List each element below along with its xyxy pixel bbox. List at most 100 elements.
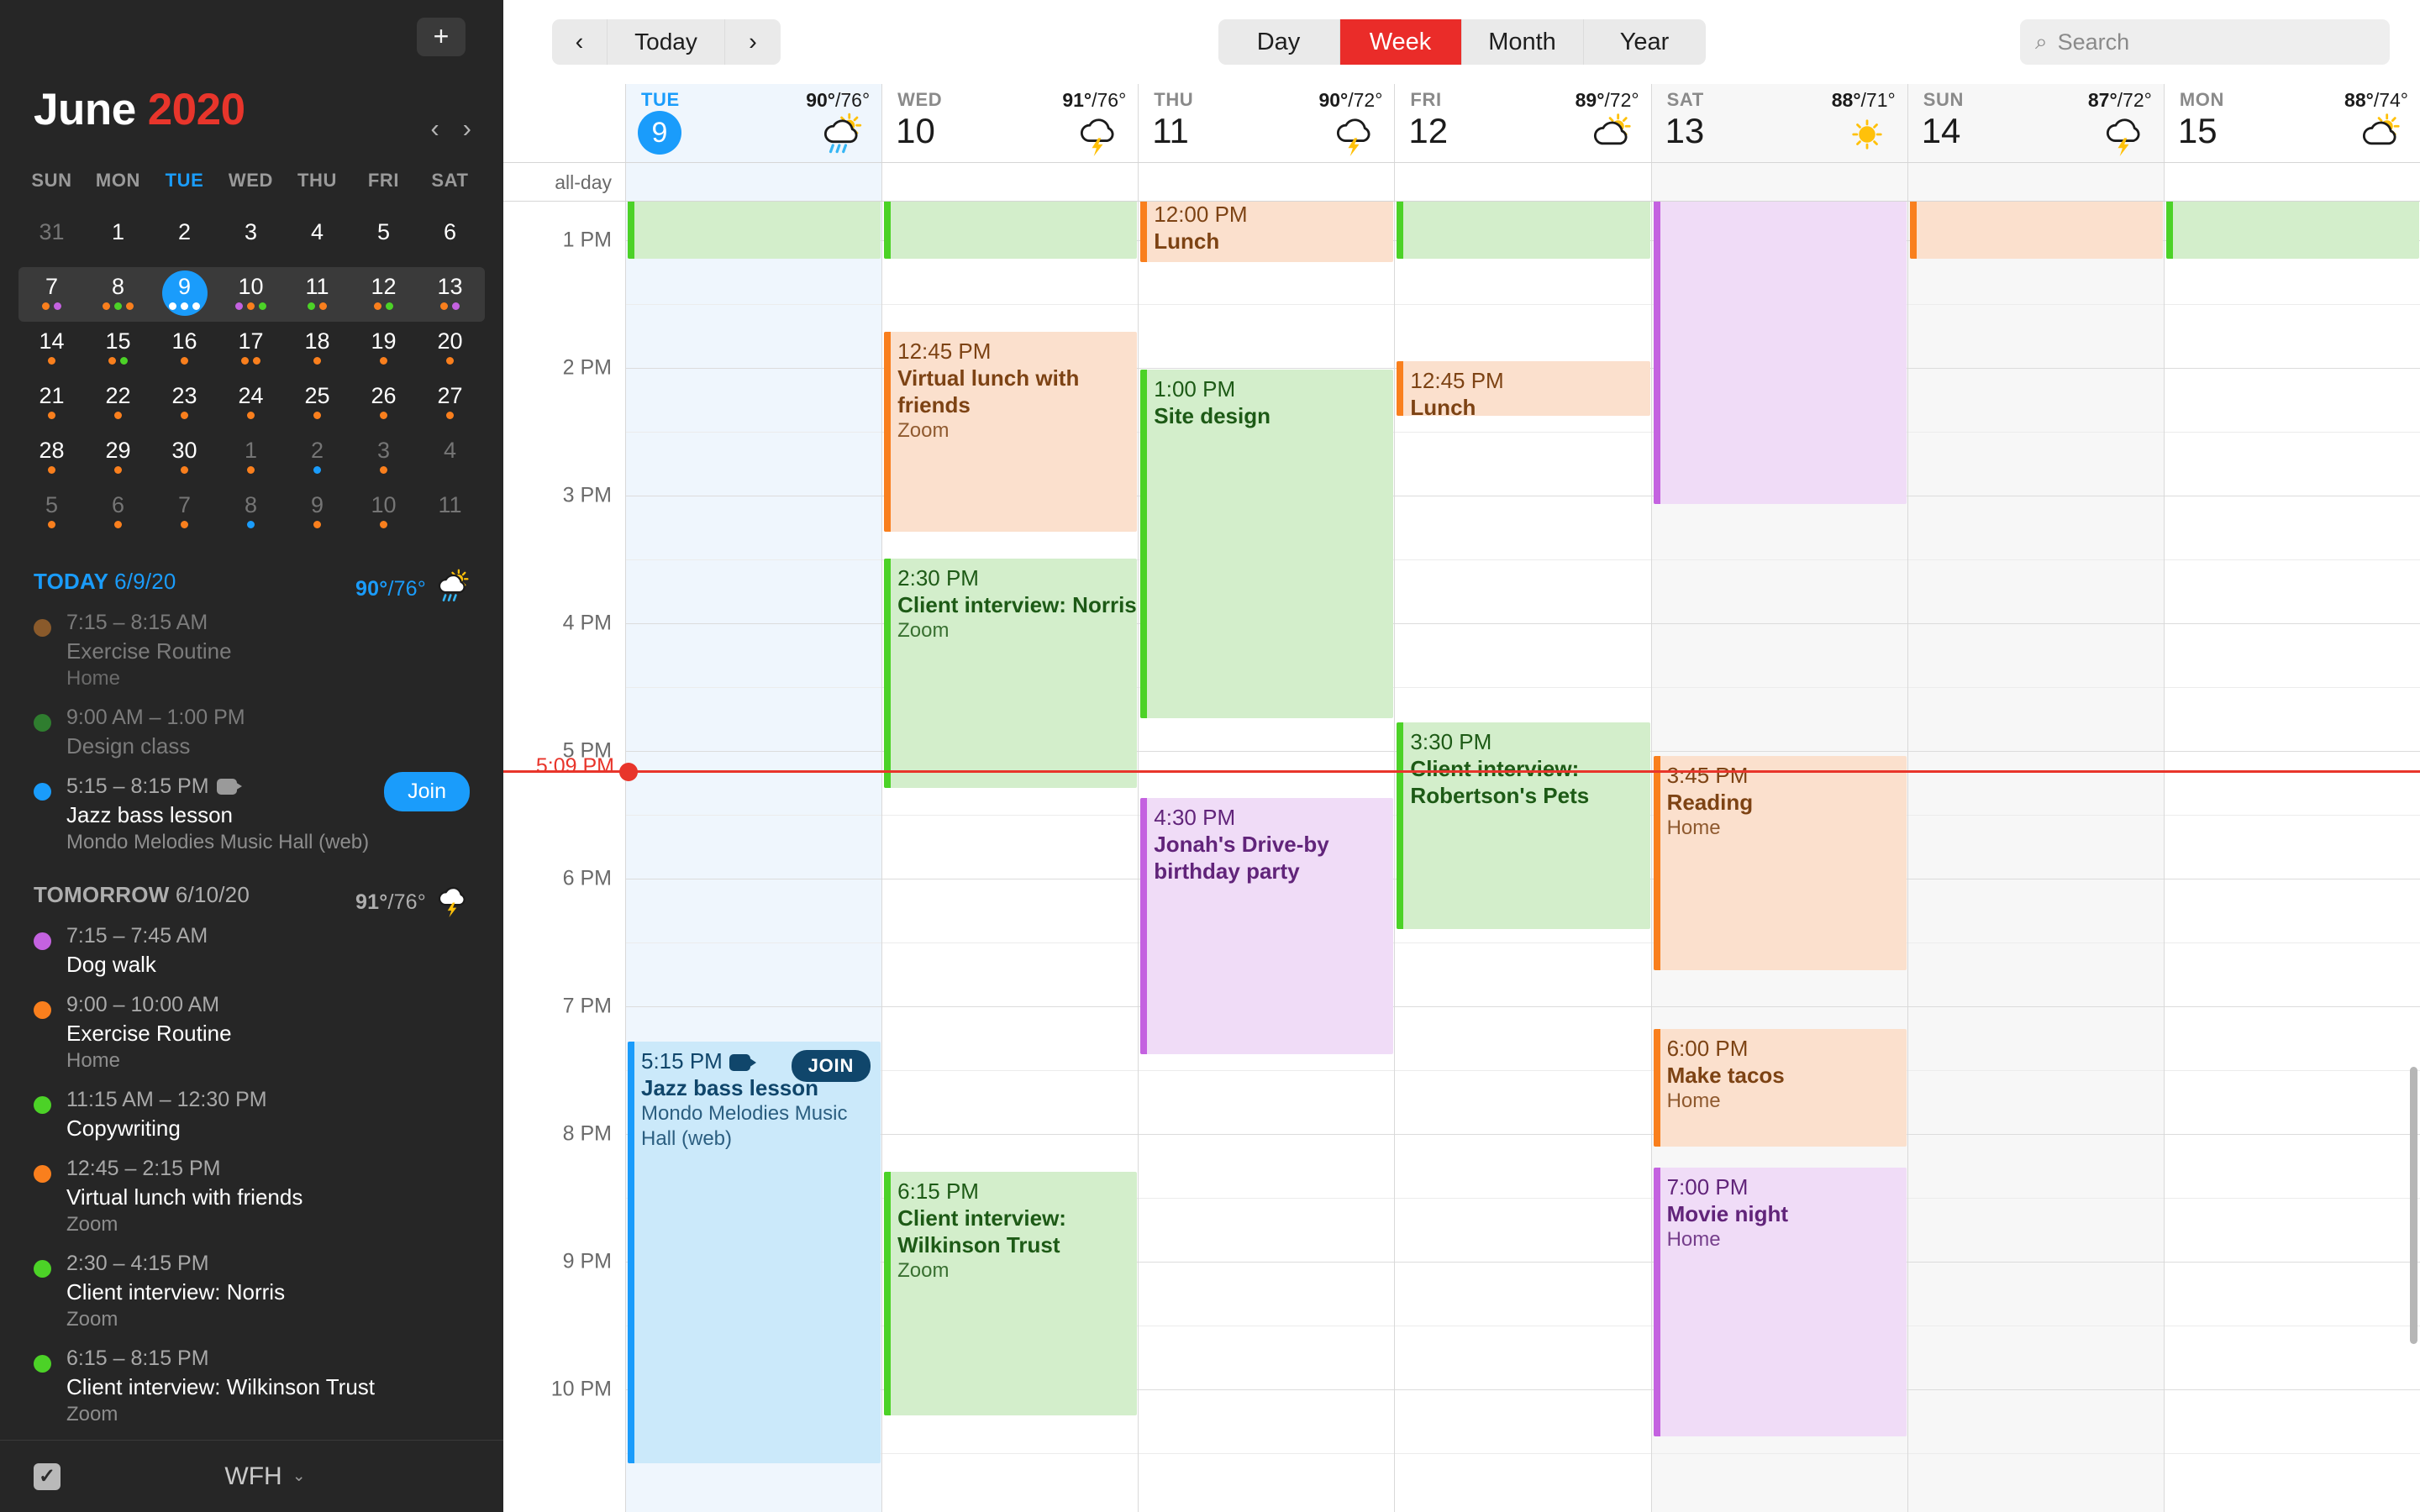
mini-calendar-week[interactable]: 5 6 7 8 9 10 11 — [18, 486, 485, 540]
mini-calendar-day-1[interactable]: 1 — [218, 431, 284, 486]
day-header-fri[interactable]: FRI 12 89°/72° — [1394, 84, 1650, 162]
mini-calendar-day-7[interactable]: 7 — [151, 486, 218, 540]
calendar-event[interactable]: 6:15 PM Client interview: Wilkinson Trust… — [884, 1172, 1138, 1415]
mini-calendar-day-8[interactable]: 8 — [218, 486, 284, 540]
agenda-event[interactable]: 9:00 AM – 1:00 PM Design class — [34, 698, 470, 767]
mini-calendar-day-9[interactable]: 9 — [151, 267, 218, 322]
mini-calendar-day-7[interactable]: 7 — [18, 267, 85, 322]
calendar-event[interactable]: 2:30 PM Client interview: Norris Zoom — [884, 559, 1138, 788]
view-tab-year[interactable]: Year — [1583, 19, 1706, 65]
mini-calendar-week[interactable]: 31 1 2 3 4 5 6 — [18, 213, 485, 267]
agenda-event[interactable]: 7:15 – 7:45 AM Dog walk — [34, 916, 355, 985]
all-day-cell-wed[interactable] — [881, 163, 1138, 201]
agenda-event[interactable]: 7:15 – 8:15 AM Exercise Routine Home — [34, 603, 355, 698]
calendar-event[interactable]: 6:00 PM Make tacos Home — [1653, 1029, 1907, 1147]
mini-calendar-day-8[interactable]: 8 — [85, 267, 151, 322]
mini-calendar-day-18[interactable]: 18 — [284, 322, 350, 376]
all-day-cell-sat[interactable] — [1650, 163, 1907, 201]
calendar-event[interactable]: 12:45 PM Lunch — [1397, 361, 1650, 416]
day-column-thu[interactable]: 12:00 PM Lunch 1:00 PM Site design 4:30 PM Jo… — [1138, 202, 1395, 1512]
next-month-icon[interactable]: › — [463, 115, 471, 141]
agenda-event[interactable]: 6:15 – 8:15 PM Client interview: Wilkinso… — [34, 1339, 470, 1434]
mini-calendar-day-13[interactable]: 13 — [417, 267, 483, 322]
mini-calendar-day-6[interactable]: 6 — [85, 486, 151, 540]
day-column-sun[interactable] — [1907, 202, 2164, 1512]
mini-calendar-day-31[interactable]: 31 — [18, 213, 85, 267]
day-header-tue[interactable]: TUE 9 90°/76° — [625, 84, 882, 162]
agenda-event[interactable]: 11:15 AM – 12:30 PM Copywriting — [34, 1080, 470, 1149]
mini-calendar-day-16[interactable]: 16 — [151, 322, 218, 376]
calendar-event-partial[interactable] — [628, 202, 881, 259]
mini-calendar-day-28[interactable]: 28 — [18, 431, 85, 486]
mini-calendar-day-10[interactable]: 10 — [218, 267, 284, 322]
mini-calendar-day-4[interactable]: 4 — [284, 213, 350, 267]
calendar-event[interactable]: 12:00 PM Lunch — [1140, 202, 1394, 262]
mini-calendar-day-15[interactable]: 15 — [85, 322, 151, 376]
mini-calendar-day-17[interactable]: 17 — [218, 322, 284, 376]
day-header-mon[interactable]: MON 15 88°/74° — [2163, 84, 2420, 162]
mini-calendar-day-6[interactable]: 6 — [417, 213, 483, 267]
day-column-sat[interactable]: 3:45 PM Reading Home 6:00 PM Make tacos Home 7… — [1650, 202, 1907, 1512]
mini-calendar-day-4[interactable]: 4 — [417, 431, 483, 486]
day-column-tue[interactable]: 5:15 PM Jazz bass lesson Mondo Melodies Mu… — [625, 202, 882, 1512]
day-column-fri[interactable]: 12:45 PM Lunch 3:30 PM Client interview: Ro… — [1394, 202, 1651, 1512]
calendar-event-partial[interactable] — [1909, 202, 2163, 259]
mini-calendar-day-14[interactable]: 14 — [18, 322, 85, 376]
agenda-event[interactable]: 12:45 – 2:15 PM Virtual lunch with friend… — [34, 1149, 470, 1244]
all-day-cell-mon[interactable] — [2163, 163, 2420, 201]
day-header-wed[interactable]: WED 10 91°/76° — [881, 84, 1138, 162]
calendar-event[interactable]: 1:00 PM Site design — [1140, 370, 1394, 718]
mini-calendar-day-20[interactable]: 20 — [417, 322, 483, 376]
mini-calendar-day-22[interactable]: 22 — [85, 376, 151, 431]
agenda-event[interactable]: 9:00 – 10:00 AM Exercise Routine Home — [34, 985, 470, 1080]
mini-calendar-day-5[interactable]: 5 — [18, 486, 85, 540]
day-header-thu[interactable]: THU 11 90°/72° — [1138, 84, 1394, 162]
mini-calendar-day-2[interactable]: 2 — [284, 431, 350, 486]
mini-calendar-week[interactable]: 28 29 30 1 2 3 4 — [18, 431, 485, 486]
mini-calendar-day-11[interactable]: 11 — [284, 267, 350, 322]
search-input[interactable]: ⌕ Search — [2020, 19, 2390, 65]
calendar-event-partial[interactable] — [2165, 202, 2419, 259]
calendar-event[interactable]: 7:00 PM Movie night Home — [1653, 1168, 1907, 1436]
mini-calendar-day-2[interactable]: 2 — [151, 213, 218, 267]
all-day-cell-fri[interactable] — [1394, 163, 1650, 201]
mini-calendar-day-27[interactable]: 27 — [417, 376, 483, 431]
mini-calendar-week[interactable]: 21 22 23 24 25 26 27 — [18, 376, 485, 431]
today-button[interactable]: Today — [608, 19, 725, 65]
calendar-event[interactable]: 3:30 PM Client interview: Robertson's Pet… — [1397, 722, 1650, 929]
wfh-selector[interactable]: WFH ⌄ — [60, 1462, 470, 1491]
prev-week-button[interactable]: ‹ — [552, 19, 608, 65]
agenda-event[interactable]: 2:30 – 4:15 PM Client interview: Norris Zo… — [34, 1244, 470, 1339]
mini-calendar-day-30[interactable]: 30 — [151, 431, 218, 486]
day-header-sat[interactable]: SAT 13 88°/71° — [1650, 84, 1907, 162]
agenda-event[interactable]: 5:15 – 8:15 PM Jazz bass lesson Mondo Melo… — [34, 767, 470, 862]
join-button[interactable]: Join — [384, 772, 470, 811]
mini-calendar-week-selected[interactable]: 7 8 9 10 11 12 13 — [18, 267, 485, 322]
calendar-event-partial[interactable] — [1397, 202, 1650, 259]
mini-calendar-day-26[interactable]: 26 — [350, 376, 417, 431]
wfh-checkbox[interactable]: ✓ — [34, 1462, 60, 1490]
calendar-event[interactable]: 4:30 PM Jonah's Drive-by birthday party — [1140, 798, 1394, 1054]
mini-calendar-day-19[interactable]: 19 — [350, 322, 417, 376]
mini-calendar-day-9[interactable]: 9 — [284, 486, 350, 540]
mini-calendar-day-24[interactable]: 24 — [218, 376, 284, 431]
mini-calendar-day-11[interactable]: 11 — [417, 486, 483, 540]
join-button[interactable]: JOIN — [791, 1050, 871, 1082]
day-column-wed[interactable]: 12:45 PM Virtual lunch with friends Zoom 2:… — [881, 202, 1139, 1512]
mini-calendar-day-3[interactable]: 3 — [350, 431, 417, 486]
mini-calendar-day-21[interactable]: 21 — [18, 376, 85, 431]
all-day-cell-tue[interactable] — [625, 163, 882, 201]
view-tab-month[interactable]: Month — [1461, 19, 1584, 65]
calendar-event-partial[interactable] — [1653, 202, 1907, 504]
calendar-event[interactable]: 12:45 PM Virtual lunch with friends Zoom — [884, 332, 1138, 532]
view-tab-week[interactable]: Week — [1339, 19, 1462, 65]
calendar-event[interactable]: 3:45 PM Reading Home — [1653, 756, 1907, 970]
vertical-scrollbar[interactable] — [2410, 1067, 2417, 1344]
add-event-button[interactable]: + — [417, 18, 466, 56]
next-week-button[interactable]: › — [725, 19, 781, 65]
mini-calendar-day-23[interactable]: 23 — [151, 376, 218, 431]
calendar-event-partial[interactable] — [884, 202, 1138, 259]
mini-calendar-day-5[interactable]: 5 — [350, 213, 417, 267]
mini-calendar-day-29[interactable]: 29 — [85, 431, 151, 486]
mini-calendar-day-25[interactable]: 25 — [284, 376, 350, 431]
